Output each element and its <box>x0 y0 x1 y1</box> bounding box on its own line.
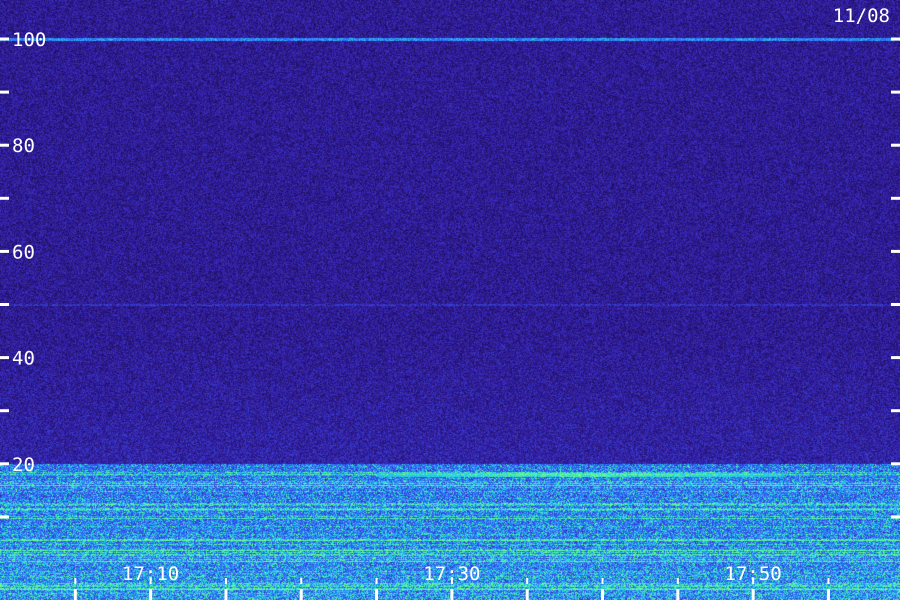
x-tick-label: 17:10 <box>122 563 179 585</box>
y-tick-label: 60 <box>12 241 35 263</box>
x-tick-label: 17:30 <box>423 563 480 585</box>
y-axis-ticks: 20 40 60 80 100 <box>0 29 900 519</box>
axes-overlay: 20 40 60 80 100 17:10 17:30 17:50 11/08 <box>0 5 900 600</box>
y-tick-label: 20 <box>12 454 35 476</box>
x-axis-ticks: 17:10 17:30 17:50 <box>73 563 830 600</box>
spectrogram-chart: 20 40 60 80 100 17:10 17:30 17:50 11/08 <box>0 0 900 600</box>
date-label: 11/08 <box>833 5 890 27</box>
y-tick-label: 80 <box>12 135 35 157</box>
x-tick-label: 17:50 <box>725 563 782 585</box>
y-tick-label: 100 <box>12 29 46 51</box>
y-tick-label: 40 <box>12 348 35 370</box>
